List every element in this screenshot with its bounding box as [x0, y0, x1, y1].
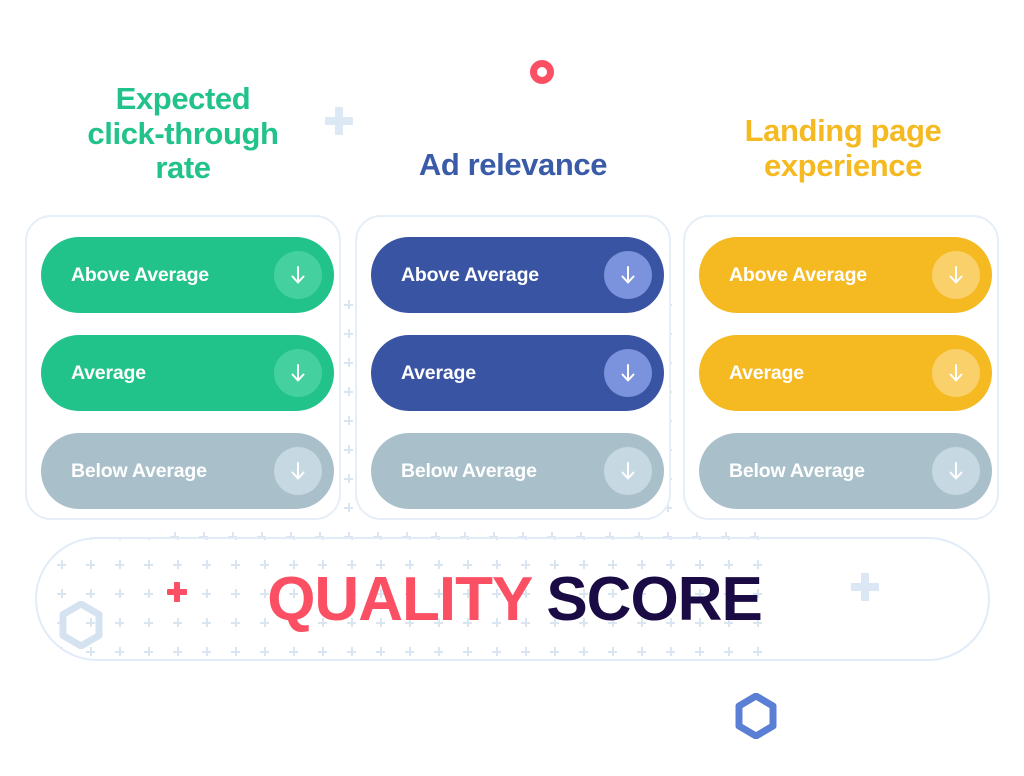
rating-pill-above-average[interactable]: Above Average	[371, 237, 664, 313]
quality-score-title: QUALITY SCORE	[37, 539, 988, 659]
arrow-down-icon	[604, 447, 652, 495]
rating-pill-below-average[interactable]: Below Average	[699, 433, 992, 509]
rating-pill-below-average[interactable]: Below Average	[371, 433, 664, 509]
quality-score-card: QUALITY SCORE	[35, 537, 990, 661]
rating-pill-above-average[interactable]: Above Average	[699, 237, 992, 313]
arrow-down-icon	[932, 349, 980, 397]
rating-label: Average	[71, 361, 146, 384]
rating-label: Above Average	[71, 263, 209, 286]
rating-label: Above Average	[401, 263, 539, 286]
title-line: Expected	[115, 81, 251, 116]
infographic-canvas: Expected click-through rate Ad relevance…	[0, 0, 1024, 776]
rating-label: Above Average	[729, 263, 867, 286]
column-title-ad-relevance: Ad relevance	[355, 147, 671, 183]
quality-word: QUALITY	[267, 564, 533, 634]
rating-label: Below Average	[729, 459, 865, 482]
arrow-down-icon	[274, 349, 322, 397]
title-line: Ad relevance	[418, 147, 608, 182]
rating-pill-average[interactable]: Average	[699, 335, 992, 411]
rating-pill-above-average[interactable]: Above Average	[41, 237, 334, 313]
arrow-down-icon	[932, 251, 980, 299]
ring-icon	[530, 60, 554, 84]
column-title-landing-page-experience: Landing page experience	[678, 113, 1008, 183]
arrow-down-icon	[604, 251, 652, 299]
arrow-down-icon	[274, 447, 322, 495]
rating-card-expected-click-through-rate: Above Average Average Below Average	[25, 215, 341, 520]
arrow-down-icon	[274, 251, 322, 299]
title-line: experience	[764, 147, 922, 183]
title-line: Landing page	[744, 113, 942, 148]
title-line: rate	[155, 150, 211, 186]
hexagon-icon	[735, 692, 777, 740]
rating-card-ad-relevance: Above Average Average Below Average	[355, 215, 671, 520]
rating-pill-average[interactable]: Average	[41, 335, 334, 411]
arrow-down-icon	[932, 447, 980, 495]
column-title-expected-click-through-rate: Expected click-through rate	[25, 81, 341, 186]
rating-label: Average	[729, 361, 804, 384]
rating-label: Below Average	[71, 459, 207, 482]
arrow-down-icon	[604, 349, 652, 397]
rating-pill-average[interactable]: Average	[371, 335, 664, 411]
rating-label: Below Average	[401, 459, 537, 482]
rating-label: Average	[401, 361, 476, 384]
score-word: SCORE	[546, 564, 762, 634]
rating-card-landing-page-experience: Above Average Average Below Average	[683, 215, 999, 520]
title-line: click-through	[87, 115, 279, 151]
rating-pill-below-average[interactable]: Below Average	[41, 433, 334, 509]
